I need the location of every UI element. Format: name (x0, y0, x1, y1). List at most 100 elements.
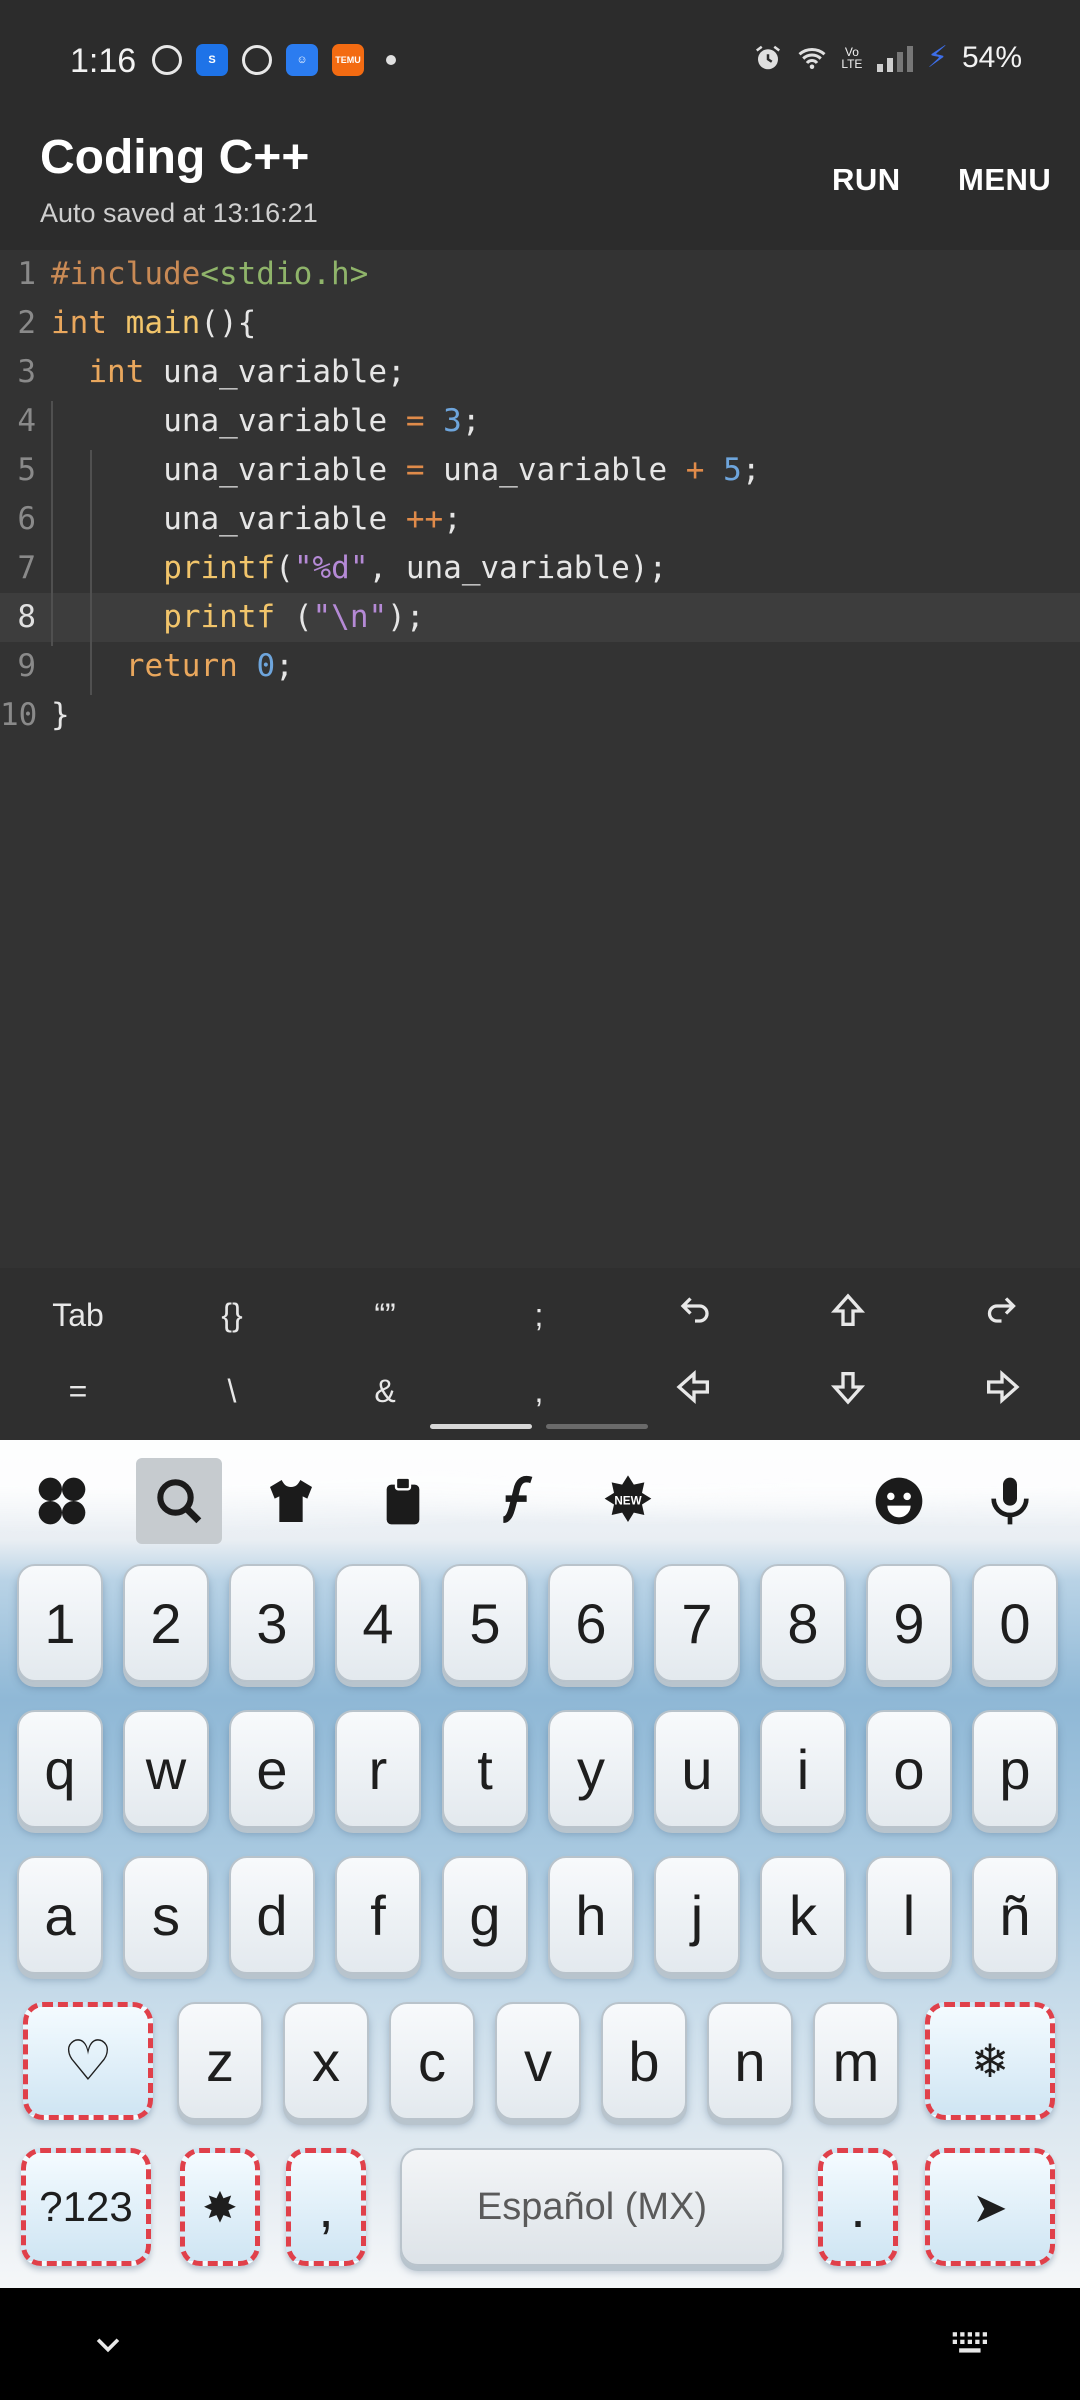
line-number: 10 (0, 697, 38, 733)
code-text[interactable]: una_variable ++; (163, 495, 462, 544)
shift-key[interactable]: ❄ (925, 2002, 1055, 2120)
key-e[interactable]: e (229, 1710, 315, 1828)
key-g[interactable]: g (442, 1856, 528, 1974)
space-bar[interactable]: Español (MX) (400, 2148, 784, 2266)
key-j[interactable]: j (654, 1856, 740, 1974)
quotes-key[interactable]: “” (335, 1280, 435, 1350)
code-line[interactable]: 5 una_variable = una_variable + 5; (0, 446, 1080, 495)
code-line[interactable]: 8 printf ("\n"); (0, 593, 1080, 642)
code-token: una_variable (424, 452, 686, 488)
key-w[interactable]: w (123, 1710, 209, 1828)
code-text[interactable]: } (51, 691, 70, 740)
key-v[interactable]: v (495, 2002, 581, 2120)
semicolon-key[interactable]: ; (489, 1280, 589, 1350)
key-t[interactable]: t (442, 1710, 528, 1828)
code-text[interactable]: una_variable = una_variable + 5; (163, 446, 760, 495)
code-line[interactable]: 4 una_variable = 3; (0, 397, 1080, 446)
key-p[interactable]: p (972, 1710, 1058, 1828)
equals-key[interactable]: = (28, 1356, 128, 1426)
code-line[interactable]: 7 printf("%d", una_variable); (0, 544, 1080, 593)
key-l[interactable]: l (866, 1856, 952, 1974)
key-i[interactable]: i (760, 1710, 846, 1828)
enter-key[interactable]: ➤ (925, 2148, 1055, 2266)
new-badge-icon[interactable]: NEW (585, 1458, 671, 1544)
code-text[interactable]: int una_variable; (88, 348, 405, 397)
code-token: ; (461, 403, 481, 439)
right-key[interactable] (952, 1356, 1052, 1426)
undo-key[interactable] (644, 1280, 744, 1350)
key-m[interactable]: m (813, 2002, 899, 2120)
key-q[interactable]: q (17, 1710, 103, 1828)
key-1[interactable]: 1 (17, 1564, 103, 1682)
theme-shirt-icon[interactable] (248, 1458, 334, 1544)
comma-key[interactable]: , (489, 1356, 589, 1426)
code-text[interactable]: int main(){ (51, 299, 256, 348)
volte-icon: Vo LTE (841, 44, 863, 71)
key-k[interactable]: k (760, 1856, 846, 1974)
key-c[interactable]: c (389, 2002, 475, 2120)
key-6[interactable]: 6 (548, 1564, 634, 1682)
key-h[interactable]: h (548, 1856, 634, 1974)
search-icon[interactable] (136, 1458, 222, 1544)
backslash-key[interactable]: \ (182, 1356, 282, 1426)
key-9[interactable]: 9 (866, 1564, 952, 1682)
redo-key[interactable] (952, 1280, 1052, 1350)
microphone-icon[interactable] (967, 1458, 1053, 1544)
key-ñ[interactable]: ñ (972, 1856, 1058, 1974)
key-2[interactable]: 2 (123, 1564, 209, 1682)
line-number: 8 (17, 599, 36, 635)
battery-level: 54% (961, 40, 1022, 74)
comma-key[interactable]: , (286, 2148, 366, 2266)
braces-key[interactable]: {} (182, 1280, 282, 1350)
tab-key[interactable]: Tab (28, 1280, 128, 1350)
chevron-down-icon[interactable] (76, 2312, 140, 2376)
key-3[interactable]: 3 (229, 1564, 315, 1682)
period-key[interactable]: . (818, 2148, 898, 2266)
code-text[interactable]: printf ("\n"); (163, 593, 424, 642)
left-key[interactable] (644, 1356, 744, 1426)
key-s[interactable]: s (123, 1856, 209, 1974)
code-token: + (685, 452, 705, 488)
code-text[interactable]: printf("%d", una_variable); (163, 544, 667, 593)
up-key[interactable] (798, 1280, 898, 1350)
ampersand-key[interactable]: & (335, 1356, 435, 1426)
symbols-key[interactable]: ?123 (21, 2148, 151, 2266)
key-f[interactable]: f (335, 1856, 421, 1974)
menu-button[interactable]: MENU (958, 162, 1051, 198)
key-0[interactable]: 0 (972, 1564, 1058, 1682)
key-x[interactable]: x (283, 2002, 369, 2120)
code-text[interactable]: #include<stdio.h> (51, 250, 368, 299)
settings-key[interactable]: ✸ (180, 2148, 260, 2266)
heart-key[interactable]: ♡ (23, 2002, 153, 2120)
run-button[interactable]: RUN (832, 162, 901, 198)
key-7[interactable]: 7 (654, 1564, 740, 1682)
emoji-icon[interactable] (856, 1458, 942, 1544)
key-y[interactable]: y (548, 1710, 634, 1828)
down-key[interactable] (798, 1356, 898, 1426)
key-5[interactable]: 5 (442, 1564, 528, 1682)
code-line[interactable]: 3 int una_variable; (0, 348, 1080, 397)
code-line[interactable]: 1 #include<stdio.h> (0, 250, 1080, 299)
key-a[interactable]: a (17, 1856, 103, 1974)
code-line[interactable]: 9 return 0; (0, 642, 1080, 691)
key-b[interactable]: b (601, 2002, 687, 2120)
code-line[interactable]: 6 una_variable ++; (0, 495, 1080, 544)
clipboard-icon[interactable] (360, 1458, 446, 1544)
code-text[interactable]: una_variable = 3; (163, 397, 480, 446)
key-r[interactable]: r (335, 1710, 421, 1828)
key-d[interactable]: d (229, 1856, 315, 1974)
code-line[interactable]: 2 int main(){ (0, 299, 1080, 348)
code-line[interactable]: 10} (0, 691, 1080, 740)
key-z[interactable]: z (177, 2002, 263, 2120)
key-8[interactable]: 8 (760, 1564, 846, 1682)
key-4[interactable]: 4 (335, 1564, 421, 1682)
code-editor[interactable]: 1 #include<stdio.h> 2 int main(){3 int una_v… (0, 250, 1080, 1268)
key-o[interactable]: o (866, 1710, 952, 1828)
code-text[interactable]: return 0; (126, 642, 294, 691)
key-n[interactable]: n (707, 2002, 793, 2120)
key-u[interactable]: u (654, 1710, 740, 1828)
snowflake-icon: ❄ (970, 2035, 1010, 2087)
keyboard-switch-icon[interactable] (940, 2312, 1004, 2376)
font-icon[interactable] (472, 1458, 558, 1544)
apps-icon[interactable] (19, 1458, 105, 1544)
